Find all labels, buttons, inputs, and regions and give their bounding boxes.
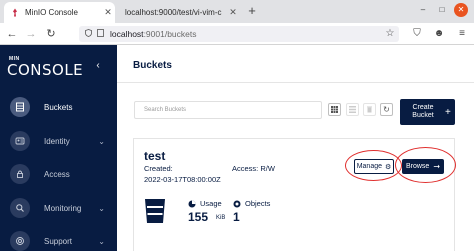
chevron-down-icon: ⌄ xyxy=(98,203,105,213)
logo-console: CONSOLE xyxy=(7,61,84,79)
usage-stat: Usage xyxy=(188,199,222,208)
sidebar: MIN CONSOLE ‹ Buckets Identity ⌄ Access … xyxy=(0,45,117,251)
minimize-icon[interactable]: – xyxy=(416,3,430,17)
sidebar-item-support[interactable]: Support ⌄ xyxy=(0,225,117,251)
sidebar-item-buckets[interactable]: Buckets xyxy=(0,91,117,123)
close-tab-icon[interactable]: ✕ xyxy=(226,7,240,18)
refresh-button[interactable]: ↻ xyxy=(380,103,393,116)
delete-selected-button[interactable] xyxy=(363,103,376,116)
tab-minio-console[interactable]: MinIO Console ✕ xyxy=(4,2,115,23)
browse-label: Browse xyxy=(405,163,430,170)
bucket-card: test Created: 2022-03-17T08:00:00Z Acces… xyxy=(133,138,456,251)
create-bucket-button[interactable]: Create Bucket + xyxy=(400,99,455,125)
sidebar-item-identity[interactable]: Identity ⌄ xyxy=(0,125,117,157)
new-tab-button[interactable]: + xyxy=(244,3,260,19)
sidebar-item-label: Access xyxy=(44,169,70,179)
close-tab-icon[interactable]: ✕ xyxy=(101,7,115,18)
maximize-icon[interactable]: □ xyxy=(435,3,449,17)
divider xyxy=(117,82,474,83)
created-value: 2022-03-17T08:00:00Z xyxy=(144,175,221,184)
reload-icon[interactable]: ↻ xyxy=(44,27,58,41)
url-host: localhost xyxy=(110,29,144,39)
browse-button[interactable]: Browse ➞ xyxy=(402,159,444,174)
identity-icon xyxy=(10,131,30,151)
refresh-icon: ↻ xyxy=(383,104,390,114)
sidebar-item-label: Monitoring xyxy=(44,203,82,213)
window-controls: – □ ✕ xyxy=(416,3,468,17)
tab-localhost-9000[interactable]: localhost:9000/test/vi-vim-c ✕ xyxy=(118,2,240,23)
usage-value: 155 xyxy=(188,210,209,224)
trash-icon xyxy=(367,106,372,113)
grid-view-button[interactable] xyxy=(328,103,341,116)
tab-label: MinIO Console xyxy=(25,8,78,17)
monitoring-icon xyxy=(10,198,30,218)
collapse-sidebar-icon[interactable]: ‹ xyxy=(92,60,104,72)
browser-tab-bar: MinIO Console ✕ localhost:9000/test/vi-v… xyxy=(0,0,474,23)
bookmark-star-icon[interactable]: ☆ xyxy=(383,27,397,41)
create-bucket-label: Create Bucket xyxy=(412,104,434,119)
usage-pie-icon xyxy=(188,200,196,207)
usage-unit: KiB xyxy=(216,215,226,221)
forward-icon[interactable]: → xyxy=(24,27,38,41)
support-icon xyxy=(10,231,30,251)
sidebar-item-label: Support xyxy=(44,236,73,246)
sidebar-item-monitoring[interactable]: Monitoring ⌄ xyxy=(0,192,117,224)
manage-label: Manage xyxy=(356,163,382,170)
url-bar[interactable]: localhost:9001/buckets xyxy=(79,26,399,42)
list-icon xyxy=(349,106,356,113)
bucket-name[interactable]: test xyxy=(144,149,165,163)
page-icon xyxy=(97,29,104,39)
objects-stat: Objects xyxy=(233,199,270,208)
extension-icon[interactable]: ☻ xyxy=(432,27,446,41)
sidebar-item-label: Buckets xyxy=(44,102,73,112)
objects-label: Objects xyxy=(245,199,271,208)
grid-icon xyxy=(331,106,338,113)
arrow-right-icon: ➞ xyxy=(433,162,441,171)
tab-label: localhost:9000/test/vi-vim-c xyxy=(125,8,222,17)
plus-icon: + xyxy=(445,106,451,118)
gear-icon: ⚙ xyxy=(385,163,392,171)
objects-icon xyxy=(233,200,241,207)
chevron-down-icon: ⌄ xyxy=(98,136,105,146)
main-content: Buckets Search Buckets ↻ Create Bucket +… xyxy=(117,45,474,251)
objects-value: 1 xyxy=(233,210,240,224)
browser-nav-bar: ← → ↻ localhost:9001/buckets ☆ ⛉ ☻ ≡ xyxy=(0,23,474,45)
bucket-database-icon xyxy=(144,198,166,224)
created-label: Created: xyxy=(144,164,173,173)
pocket-icon[interactable]: ⛉ xyxy=(410,27,424,41)
manage-button[interactable]: Manage ⚙ xyxy=(354,159,394,174)
menu-icon[interactable]: ≡ xyxy=(455,27,469,41)
sidebar-item-label: Identity xyxy=(44,136,70,146)
sidebar-item-access[interactable]: Access xyxy=(0,158,117,190)
back-icon[interactable]: ← xyxy=(5,27,19,41)
search-input[interactable]: Search Buckets xyxy=(134,101,322,119)
close-window-icon[interactable]: ✕ xyxy=(454,3,468,17)
buckets-icon xyxy=(10,97,30,117)
chevron-down-icon: ⌄ xyxy=(98,236,105,246)
list-view-button[interactable] xyxy=(346,103,359,116)
minio-favicon-icon xyxy=(11,8,20,17)
usage-label: Usage xyxy=(200,199,222,208)
access-icon xyxy=(10,164,30,184)
url-path: :9001/buckets xyxy=(143,29,197,39)
access-label: Access: R/W xyxy=(232,164,275,173)
page-title: Buckets xyxy=(133,60,172,71)
shield-icon xyxy=(85,29,92,39)
